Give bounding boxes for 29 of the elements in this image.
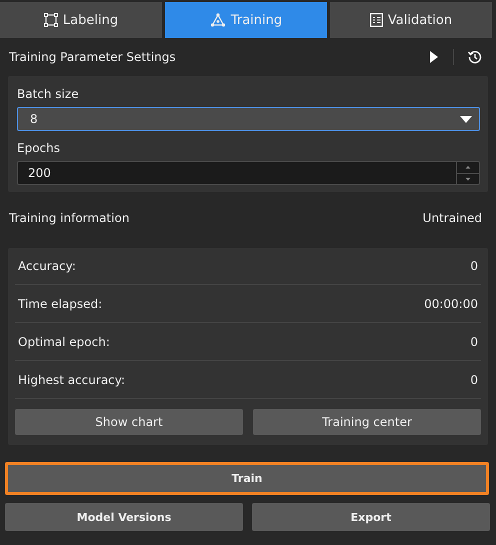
field-label: Epochs [17,140,61,157]
info-label: Accuracy: [18,259,76,273]
info-value: 00:00:00 [424,297,478,311]
train-button[interactable]: Train [5,462,489,495]
network-triangle-icon [210,13,226,27]
tab[interactable]: Training [165,2,327,38]
bottom-button[interactable]: Export [252,503,490,531]
info-label: Optimal epoch: [18,335,110,349]
checklist-icon [370,13,383,27]
training-status: Untrained [422,211,482,225]
batch-size-dropdown[interactable]: 8 [17,107,480,131]
play-icon[interactable] [429,51,439,63]
epochs-spinbox[interactable]: 200 [17,161,480,185]
section-title: Training information [9,211,130,225]
info-value: 0 [470,373,478,387]
info-value: 0 [470,335,478,349]
tab[interactable]: Labeling [0,2,162,38]
field-label: Batch size [17,86,80,103]
info-label: Highest accuracy: [18,373,126,387]
bottom-button[interactable]: Model Versions [5,503,243,531]
history-icon[interactable] [468,50,482,64]
section-title: Training Parameter Settings [9,50,176,64]
panel-button[interactable]: Show chart [15,409,243,435]
dropdown-caret-icon [460,116,472,122]
tab[interactable]: Validation [330,2,492,38]
info-label: Time elapsed: [18,297,102,311]
info-value: 0 [470,259,478,273]
panel-button[interactable]: Training center [253,409,481,435]
bounding-box-icon [44,13,58,27]
